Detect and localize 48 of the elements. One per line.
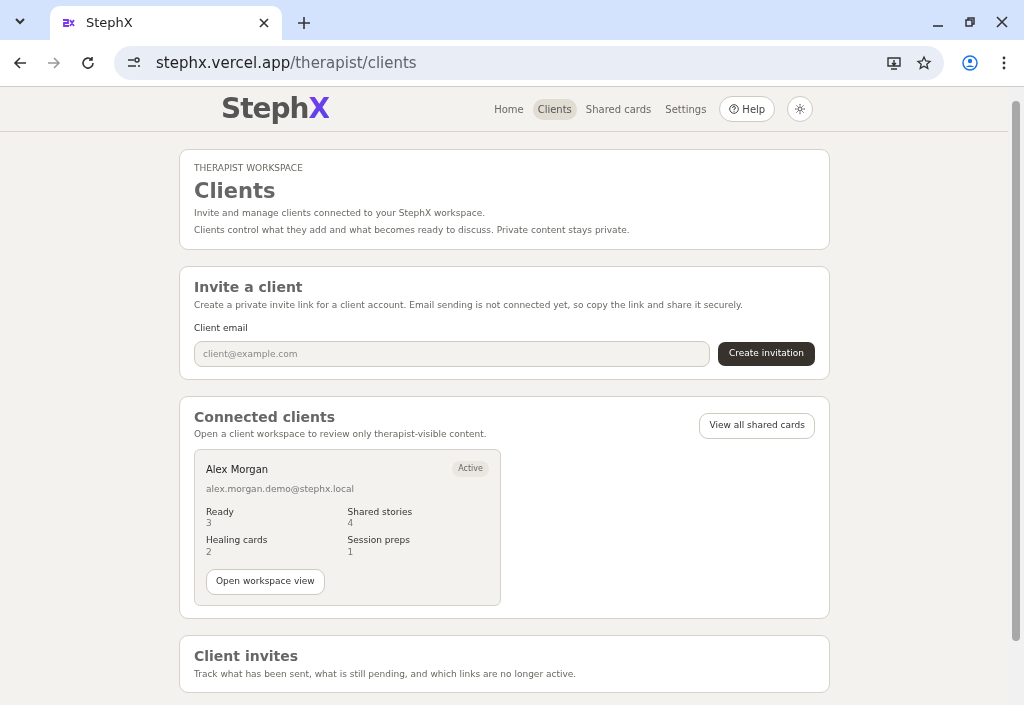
email-field[interactable]: client@example.com [194, 340, 710, 367]
description-text: Track what has been sent, what is still pending, and which links are no longer active. [194, 668, 578, 681]
nav-link[interactable]: Home [489, 98, 529, 120]
open-workspace-button[interactable]: Open workspace view [206, 569, 325, 596]
profile-icon[interactable] [962, 55, 978, 71]
reload-icon[interactable] [80, 55, 96, 71]
help-icon [729, 104, 740, 114]
section-title: Connected clients [194, 408, 337, 427]
browser-tab[interactable]: StephX [50, 6, 282, 40]
stat-value: 1 [347, 546, 355, 559]
page-title: Clients [194, 177, 277, 204]
close-icon[interactable] [994, 14, 1010, 30]
description-text: Clients control what they add and what becomes ready to discuss. Private content stays private. [194, 225, 631, 238]
client-email: alex.morgan.demo@stephx.local [206, 484, 356, 496]
nav-link[interactable]: Shared cards [580, 98, 657, 120]
view-shared-cards-button[interactable]: View all shared cards [699, 412, 815, 439]
url-text: stephx.vercel.app/therapist/clients [156, 52, 418, 74]
eyebrow-text: THERAPIST WORKSPACE [194, 162, 304, 175]
help-button[interactable]: Help [719, 96, 776, 122]
stat-value: 2 [206, 546, 213, 559]
install-icon[interactable] [886, 55, 902, 71]
bookmark-star-icon[interactable] [916, 55, 932, 71]
sun-icon [795, 104, 806, 114]
back-icon[interactable] [12, 55, 28, 71]
status-badge: Active [452, 461, 489, 477]
logo[interactable]: StephX [221, 88, 330, 130]
restore-icon[interactable] [962, 14, 978, 30]
description-text: Create a private invite link for a client account. Email sending is not connected yet, so copy the link and share it securely. [194, 299, 744, 312]
address-bar[interactable]: stephx.vercel.app/therapist/clients [114, 46, 944, 80]
description-text: Open a client workspace to review only therapist-visible content. [194, 429, 487, 441]
stat-label: Healing cards [206, 535, 269, 547]
theme-toggle-button[interactable] [787, 96, 814, 122]
stat-label: Ready [206, 506, 235, 519]
stat-label: Shared stories [347, 506, 414, 519]
description-text: Invite and manage clients connected to your StephX workspace. [194, 207, 487, 220]
stat-label: Session preps [347, 535, 411, 547]
section-title: Client invites [194, 648, 300, 666]
new-tab-icon[interactable] [296, 15, 312, 31]
nav-link[interactable]: Clients [532, 98, 577, 120]
tab-title: StephX [86, 14, 134, 33]
field-label: Client email [194, 322, 249, 336]
stat-value: 3 [206, 518, 213, 531]
client-name: Alex Morgan [206, 462, 269, 477]
create-invitation-button[interactable]: Create invitation [717, 341, 815, 366]
section-title: Invite a client [194, 279, 304, 297]
nav-link[interactable]: Settings [660, 98, 712, 120]
forward-icon[interactable] [46, 55, 62, 71]
stat-value: 4 [347, 518, 355, 531]
